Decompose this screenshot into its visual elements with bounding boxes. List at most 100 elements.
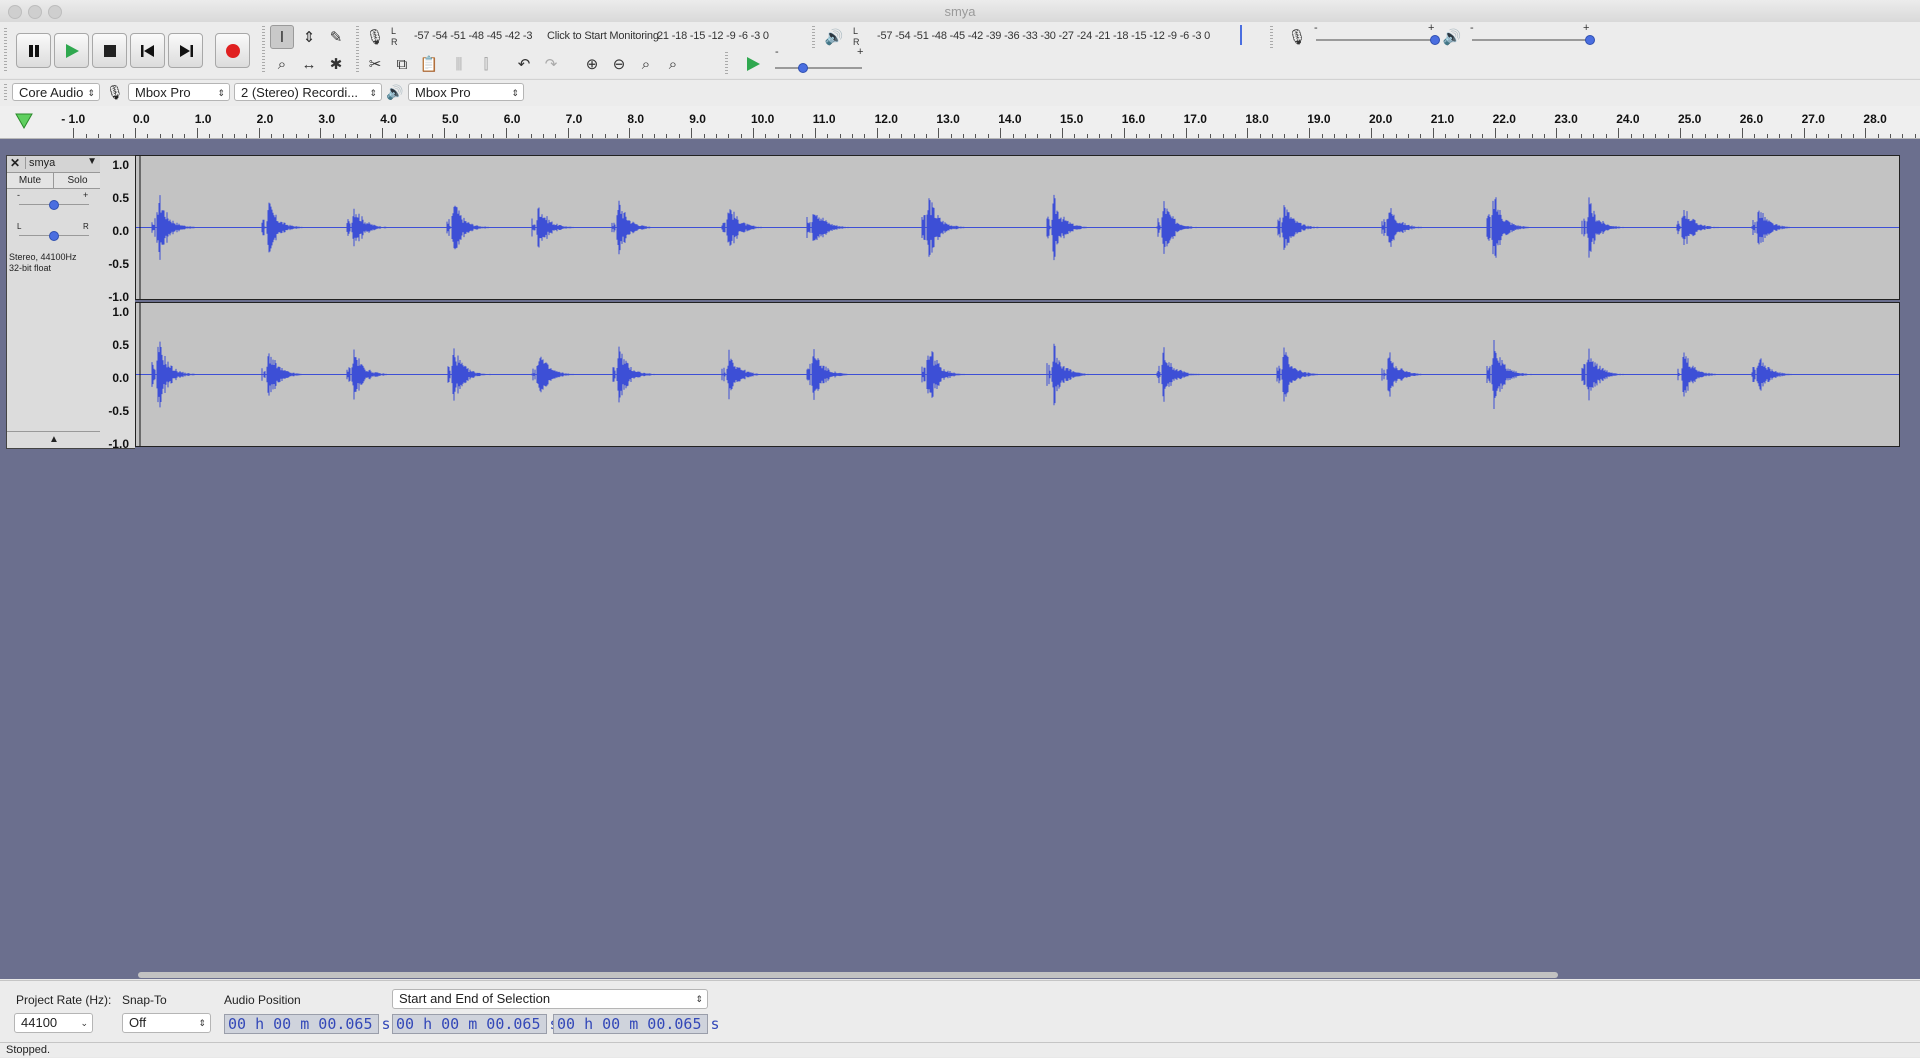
redo-icon: ↷: [544, 56, 558, 73]
ruler-tick: [1235, 134, 1237, 138]
ruler-tick: [1111, 134, 1113, 138]
play-speed-knob[interactable]: [798, 63, 808, 73]
zoom-in-button[interactable]: ⊕: [580, 52, 604, 76]
gain-slider-knob[interactable]: [49, 200, 59, 210]
track-workspace[interactable]: ✕ smya ▼ Mute Solo - + L R Stereo, 44100…: [0, 139, 1920, 979]
ruler-tick: [456, 134, 458, 138]
recording-channels-select[interactable]: 2 (Stereo) Recordi... ⇕: [234, 83, 382, 101]
ruler-tick: [814, 128, 816, 138]
selection-end-field[interactable]: 00 h 00 m 00.065 s: [553, 1014, 720, 1034]
track-name[interactable]: smya: [25, 157, 55, 169]
toolbar-grip[interactable]: [725, 52, 728, 74]
ruler-tick-label: - 1.0: [61, 112, 86, 126]
waveform-channel-right[interactable]: [135, 302, 1900, 447]
status-bar: Stopped.: [0, 1042, 1920, 1057]
track-menu-dropdown-icon[interactable]: ▼: [87, 156, 97, 167]
speed-minus: -: [775, 46, 779, 58]
snap-to-select[interactable]: Off ⇕: [122, 1013, 211, 1033]
envelope-tool-button[interactable]: ⇕: [297, 25, 321, 49]
mute-button[interactable]: Mute: [7, 173, 54, 189]
play-head-triangle-icon[interactable]: [14, 112, 34, 130]
playback-volume-knob[interactable]: [1585, 35, 1595, 45]
pause-button[interactable]: [16, 33, 51, 68]
toolbar-grip[interactable]: [1270, 26, 1273, 48]
undo-button[interactable]: ↶: [512, 52, 536, 76]
playback-device-select[interactable]: Mbox Pro ⇕: [408, 83, 524, 101]
silence-icon: ⫿: [483, 55, 489, 73]
zoom-tool-button[interactable]: ⌕: [270, 52, 294, 76]
skip-to-end-button[interactable]: [168, 33, 203, 68]
project-rate-select[interactable]: 44100 ⌄: [14, 1013, 93, 1033]
record-meter-hint[interactable]: Click to Start Monitoring: [547, 30, 659, 42]
zoom-out-button[interactable]: ⊖: [607, 52, 631, 76]
ruler-tick: [901, 134, 903, 138]
skip-to-start-button[interactable]: [130, 33, 165, 68]
collapse-track-button[interactable]: ▲: [7, 431, 101, 448]
pan-slider-knob[interactable]: [49, 231, 59, 241]
waveform-channel-left[interactable]: [135, 155, 1900, 300]
toolbar-grip[interactable]: [4, 84, 7, 102]
stepper-icon: ⇕: [369, 88, 377, 98]
ruler-tick: [1581, 134, 1583, 138]
speaker-icon: 🔊: [1442, 29, 1462, 46]
audio-position-field[interactable]: 00 h 00 m 00.065 s: [224, 1014, 391, 1034]
toolbar-grip[interactable]: [812, 26, 815, 48]
play-meter-scale[interactable]: -57 -54 -51 -48 -45 -42 -39 -36 -33 -30 …: [877, 30, 1210, 42]
selection-mode-value: Start and End of Selection: [399, 991, 551, 1006]
vertical-scale-label: 1.0: [112, 158, 129, 172]
fit-selection-button[interactable]: ⌕: [634, 52, 658, 76]
close-track-icon[interactable]: ✕: [10, 156, 20, 170]
ruler-tick: [1395, 134, 1397, 138]
ruler-tick-label: 3.0: [318, 112, 336, 126]
ruler-tick: [1754, 134, 1756, 138]
playback-meter-button[interactable]: 🔊: [822, 25, 846, 49]
timeshift-tool-button[interactable]: ↔: [297, 52, 321, 76]
recording-volume-slider[interactable]: [1316, 39, 1436, 41]
ruler-tick: [938, 128, 940, 138]
vertical-scale[interactable]: 1.0 0.5 0.0 -0.5 -1.0 1.0 0.5 0.0 -0.5 -1.0: [100, 155, 135, 451]
solo-button[interactable]: Solo: [54, 173, 101, 189]
play-button[interactable]: [54, 33, 89, 68]
pause-icon: [28, 44, 39, 57]
toolbar-grip[interactable]: [4, 28, 7, 72]
trim-icon: ⫼: [455, 55, 463, 73]
vertical-scale-label: 0.5: [112, 338, 129, 352]
multi-tool-button[interactable]: ✱: [324, 52, 348, 76]
ruler-tick: [629, 128, 631, 138]
ruler-tick: [1877, 134, 1879, 138]
record-meter-button[interactable]: 🎙: [363, 25, 387, 49]
ruler-tick: [1321, 134, 1323, 138]
recording-volume-plus: +: [1428, 22, 1435, 34]
selection-tool-button[interactable]: Ⅰ: [270, 25, 294, 49]
recording-volume-knob[interactable]: [1430, 35, 1440, 45]
draw-tool-button[interactable]: ✎: [324, 25, 348, 49]
selection-start-field[interactable]: 00 h 00 m 00.065 s: [392, 1014, 559, 1034]
timeline-ruler[interactable]: - 1.0 0.0 1.0 2.0 3.0 4.0 5.0 6.0 7.0 8.0 9.0 10.0 1…: [0, 106, 1920, 139]
ruler-tick: [233, 134, 235, 138]
play-at-speed-button[interactable]: [741, 52, 765, 76]
playback-volume-slider[interactable]: [1472, 39, 1592, 41]
cut-button[interactable]: ✂: [363, 52, 387, 76]
silence-button[interactable]: ⫿: [474, 52, 498, 76]
record-meter-scale[interactable]: -57 -54 -51 -48 -45 -42 -3: [414, 30, 533, 42]
horizontal-scrollbar[interactable]: [138, 972, 1558, 978]
stop-button[interactable]: [92, 33, 127, 68]
redo-button[interactable]: ↷: [539, 52, 563, 76]
ruler-tick: [864, 134, 866, 138]
record-meter-scale-tail[interactable]: 21 -18 -15 -12 -9 -6 -3 0: [657, 30, 769, 42]
toolbar-grip[interactable]: [356, 26, 359, 74]
trim-button[interactable]: ⫼: [447, 52, 471, 76]
record-button[interactable]: [215, 33, 250, 68]
fit-project-button[interactable]: ⌕: [661, 52, 685, 76]
paste-button[interactable]: 📋: [417, 52, 441, 76]
ruler-tick: [876, 128, 878, 138]
selection-mode-select[interactable]: Start and End of Selection ⇕: [392, 989, 708, 1009]
toolbar-grip[interactable]: [262, 26, 265, 74]
recording-device-select[interactable]: Mbox Pro ⇕: [128, 83, 230, 101]
playback-device-value: Mbox Pro: [415, 85, 471, 100]
audio-host-select[interactable]: Core Audio ⇕: [12, 83, 100, 101]
ruler-tick: [1680, 128, 1681, 138]
play-speed-slider[interactable]: [775, 67, 862, 69]
copy-button[interactable]: ⧉: [390, 52, 414, 76]
track-control-panel[interactable]: ✕ smya ▼ Mute Solo - + L R Stereo, 44100…: [6, 155, 102, 449]
